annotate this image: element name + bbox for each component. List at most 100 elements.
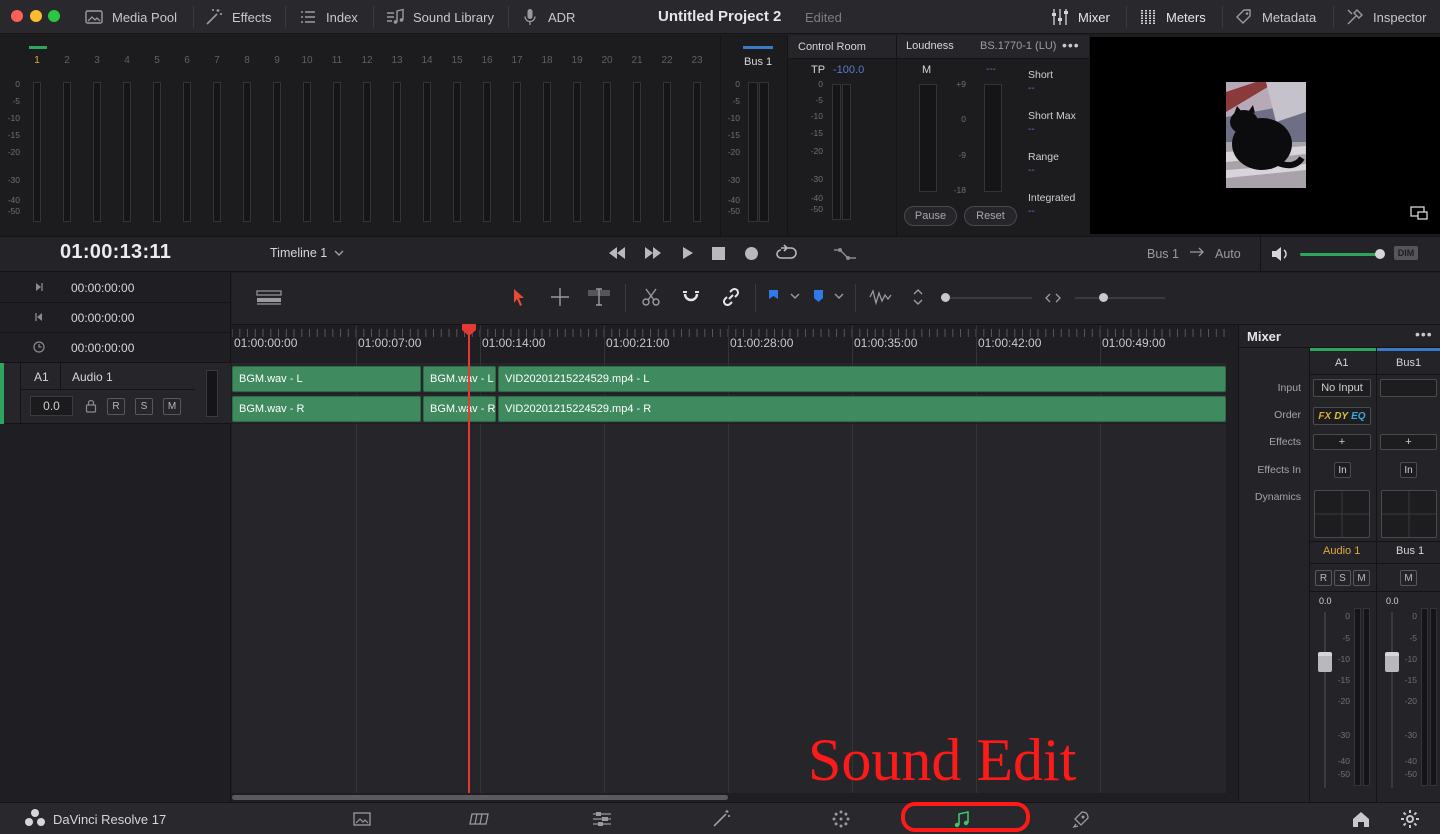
a1-solo-button[interactable]: S — [1334, 570, 1351, 586]
channel-number[interactable]: 19 — [570, 55, 584, 66]
rewind-icon[interactable] — [607, 245, 627, 261]
channel-number[interactable]: 2 — [60, 55, 74, 66]
channel-number[interactable]: 22 — [660, 55, 674, 66]
snapping-magnet-icon[interactable] — [680, 286, 702, 308]
sound-library-button[interactable]: Sound Library — [385, 0, 494, 34]
loudness-options-icon[interactable]: ••• — [1062, 37, 1080, 53]
bus1-input-selector[interactable] — [1380, 379, 1437, 397]
loop-icon[interactable] — [775, 244, 797, 262]
bus1-add-effect-button[interactable]: + — [1380, 434, 1437, 450]
channel-number[interactable]: 21 — [630, 55, 644, 66]
channel-number[interactable]: 9 — [270, 55, 284, 66]
inspector-button[interactable]: Inspector — [1345, 0, 1426, 34]
marker-icon[interactable] — [811, 286, 825, 308]
timeline-selector[interactable]: Timeline 1 — [270, 246, 345, 260]
channel-number[interactable]: 17 — [510, 55, 524, 66]
effects-button[interactable]: Effects — [204, 0, 272, 34]
range-selection-icon[interactable] — [549, 286, 571, 308]
automation-mode[interactable]: Auto — [1215, 247, 1241, 261]
razor-icon[interactable] — [640, 286, 662, 308]
record-arm-button[interactable]: R — [107, 398, 125, 415]
mixer-button[interactable]: Mixer — [1050, 0, 1110, 34]
fairlight-page-icon[interactable] — [951, 808, 973, 830]
a1-dynamics-graph[interactable] — [1314, 490, 1370, 538]
pause-button[interactable]: Pause — [904, 206, 957, 226]
channel-number[interactable]: 8 — [240, 55, 254, 66]
bus1-fader-track[interactable] — [1391, 612, 1393, 788]
clip-bgm-r-2[interactable]: BGM.wav - R — [423, 396, 496, 422]
mixer-options-icon[interactable]: ••• — [1415, 326, 1433, 342]
timecode-display[interactable]: 01:00:13:11 — [60, 241, 171, 264]
media-page-icon[interactable] — [351, 808, 373, 830]
edit-selection-icon[interactable] — [587, 286, 611, 308]
clip-video-audio-r[interactable]: VID20201215224529.mp4 - R — [498, 396, 1226, 422]
channel-number[interactable]: 20 — [600, 55, 614, 66]
speaker-icon[interactable] — [1270, 245, 1290, 263]
flag-icon[interactable] — [766, 286, 780, 308]
clip-bgm-r[interactable]: BGM.wav - R — [232, 396, 421, 422]
channel-number[interactable]: 12 — [360, 55, 374, 66]
bus1-mute-button[interactable]: M — [1400, 570, 1417, 586]
channel-number[interactable]: 1 — [30, 55, 44, 66]
clip-bgm-l-2[interactable]: BGM.wav - L — [423, 366, 496, 392]
channel-number[interactable]: 5 — [150, 55, 164, 66]
selection-arrow-icon[interactable] — [510, 286, 528, 308]
mute-button[interactable]: M — [163, 398, 181, 415]
channel-number[interactable]: 15 — [450, 55, 464, 66]
settings-gear-icon[interactable] — [1399, 808, 1421, 830]
horizontal-zoom-icon[interactable] — [1045, 292, 1061, 304]
bus1-channel-name[interactable]: Bus 1 — [1396, 545, 1424, 557]
viewer-mode-icon[interactable] — [1410, 206, 1428, 220]
metadata-button[interactable]: Metadata — [1234, 0, 1316, 34]
vertical-zoom-icon[interactable] — [912, 286, 924, 308]
channel-number[interactable]: 16 — [480, 55, 494, 66]
play-icon[interactable] — [681, 245, 695, 261]
fast-forward-icon[interactable] — [643, 245, 663, 261]
channel-number[interactable]: 18 — [540, 55, 554, 66]
playhead-handle[interactable] — [461, 323, 477, 337]
channel-number[interactable]: 14 — [420, 55, 434, 66]
a1-input-selector[interactable]: No Input — [1313, 379, 1371, 397]
horizontal-zoom-handle[interactable] — [1099, 293, 1108, 302]
monitor-volume-slider[interactable] — [1300, 253, 1380, 256]
channel-number[interactable]: 11 — [330, 55, 344, 66]
adr-button[interactable]: ADR — [520, 0, 575, 34]
color-page-icon[interactable] — [830, 808, 852, 830]
track-volume-field[interactable]: 0.0 — [30, 396, 73, 416]
maximize-window-button[interactable] — [48, 10, 60, 22]
flag-dropdown-icon[interactable] — [789, 292, 801, 300]
channel-number[interactable]: 13 — [390, 55, 404, 66]
close-window-button[interactable] — [11, 10, 23, 22]
vertical-zoom-handle[interactable] — [941, 293, 950, 302]
index-button[interactable]: Index — [298, 0, 358, 34]
dim-button[interactable]: DIM — [1394, 246, 1418, 260]
edit-page-icon[interactable] — [591, 808, 613, 830]
lock-icon[interactable] — [85, 399, 97, 413]
a1-processing-order[interactable]: FX DY EQ — [1313, 407, 1371, 425]
channel-number[interactable]: 7 — [210, 55, 224, 66]
meters-button[interactable]: Meters — [1138, 0, 1206, 34]
a1-mute-button[interactable]: M — [1353, 570, 1370, 586]
bus1-effects-in-button[interactable]: In — [1400, 462, 1417, 478]
a1-record-button[interactable]: R — [1315, 570, 1332, 586]
fusion-page-icon[interactable] — [710, 808, 732, 830]
stop-icon[interactable] — [712, 247, 725, 260]
minimize-window-button[interactable] — [30, 10, 42, 22]
in-point-timecode[interactable]: 00:00:00:00 — [71, 281, 134, 295]
vertical-zoom-slider[interactable] — [945, 297, 1032, 299]
media-pool-button[interactable]: Media Pool — [84, 0, 177, 34]
out-point-timecode[interactable]: 00:00:00:00 — [71, 311, 134, 325]
channel-number[interactable]: 3 — [90, 55, 104, 66]
timeline-view-options-icon[interactable] — [256, 290, 282, 306]
channel-number[interactable]: 6 — [180, 55, 194, 66]
bus1-dynamics-graph[interactable] — [1381, 490, 1437, 538]
track-name[interactable]: Audio 1 — [72, 370, 113, 384]
clip-bgm-l[interactable]: BGM.wav - L — [232, 366, 421, 392]
channel-number[interactable]: 23 — [690, 55, 704, 66]
clip-video-audio-l[interactable]: VID20201215224529.mp4 - L — [498, 366, 1226, 392]
bus-output-label[interactable]: Bus 1 — [1147, 247, 1179, 261]
linked-selection-icon[interactable] — [720, 286, 742, 308]
a1-channel-name[interactable]: Audio 1 — [1323, 545, 1360, 557]
automation-icon[interactable] — [832, 244, 858, 264]
home-icon[interactable] — [1350, 808, 1372, 830]
